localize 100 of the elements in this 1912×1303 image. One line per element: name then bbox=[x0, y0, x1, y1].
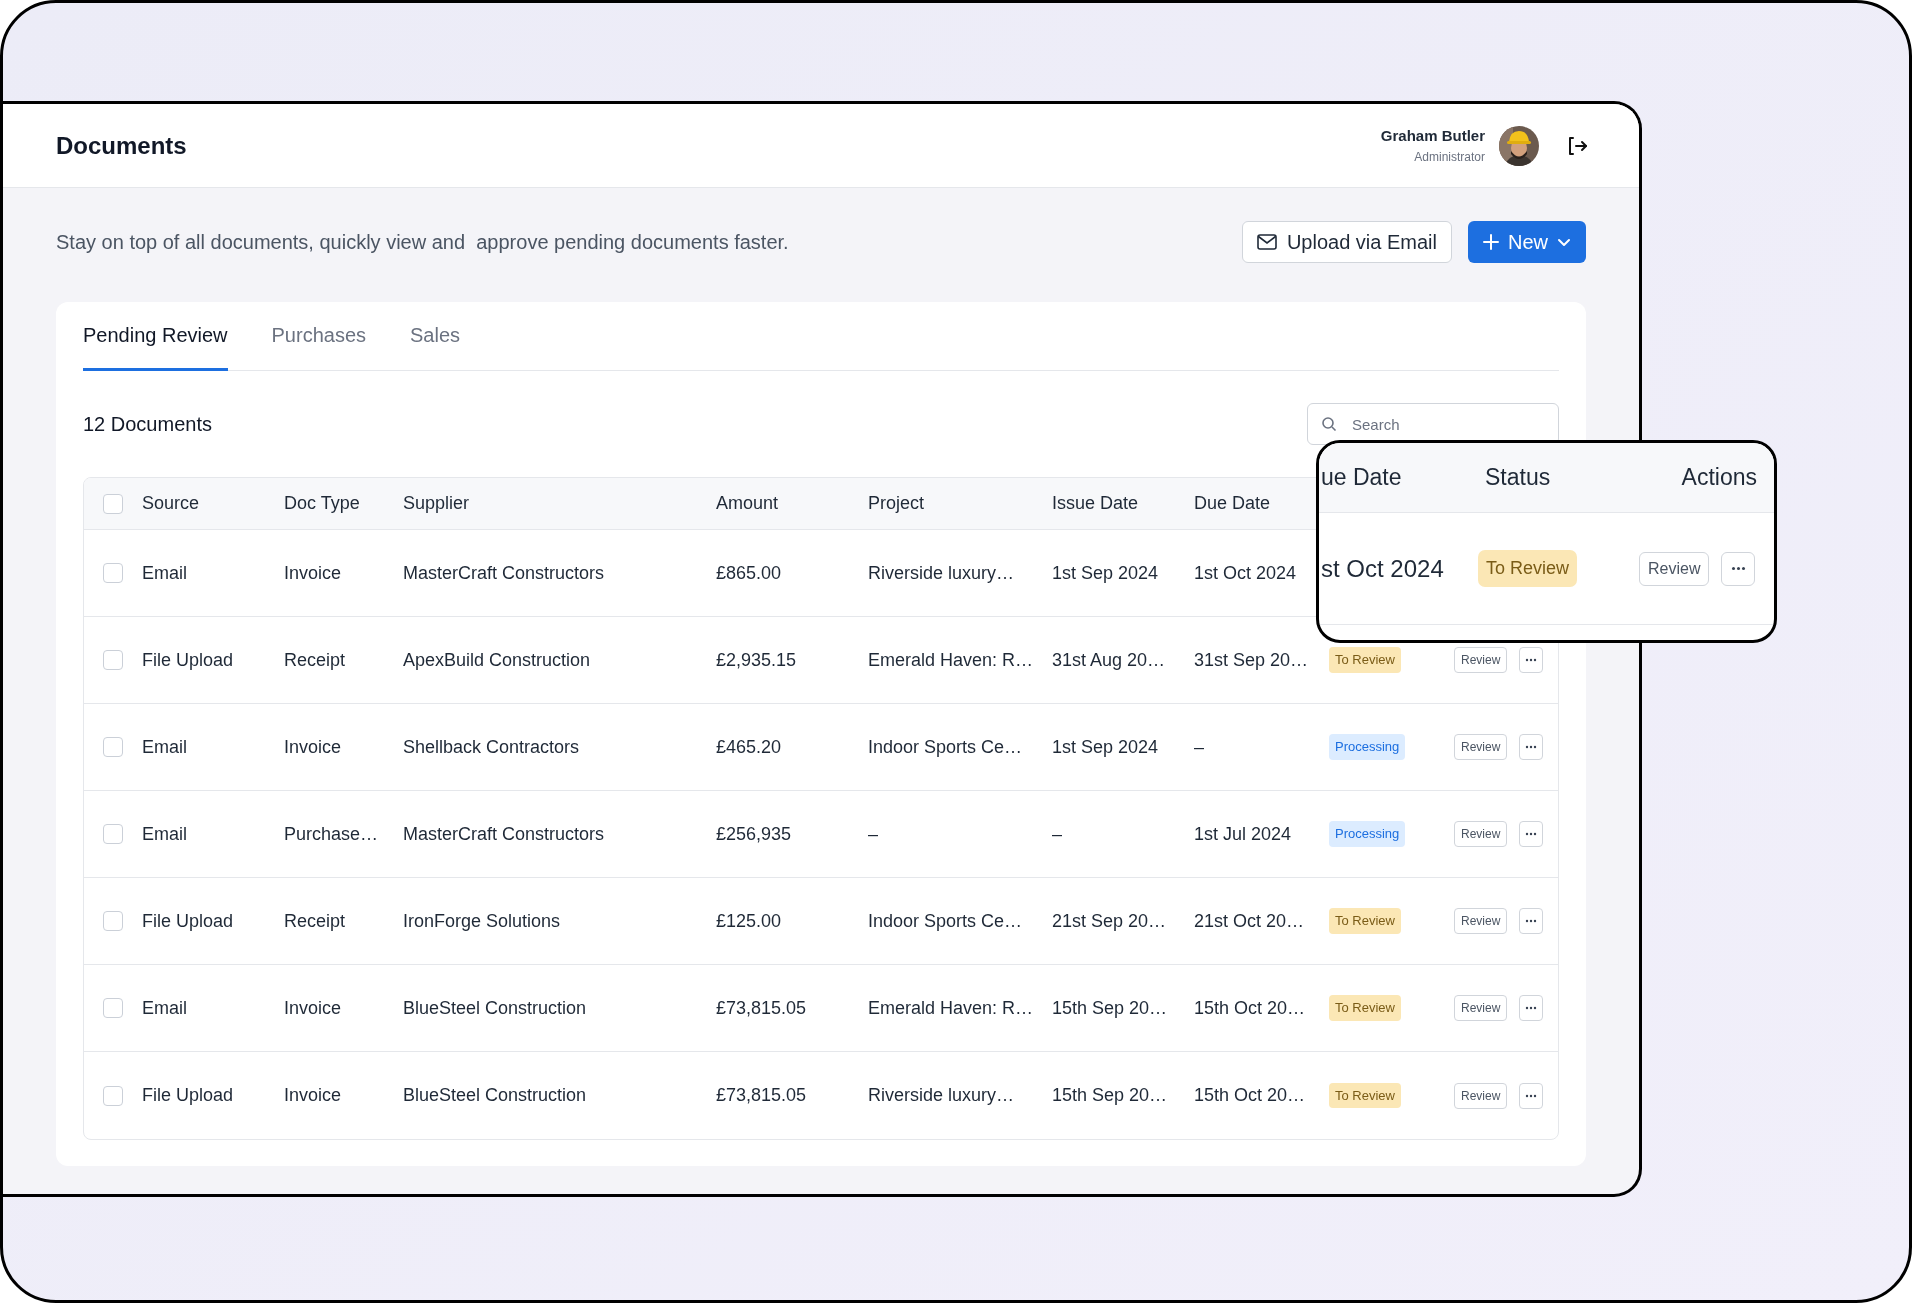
status-badge: Processing bbox=[1329, 821, 1406, 847]
table-cell: 31st Aug 20… bbox=[1052, 649, 1166, 670]
table-cell: Shellback Contractors bbox=[403, 736, 580, 757]
table-cell: 15th Sep 20… bbox=[1052, 997, 1168, 1018]
new-button[interactable]: New bbox=[1468, 221, 1586, 263]
more-icon bbox=[1525, 745, 1538, 749]
table-cell: £865.00 bbox=[716, 562, 782, 583]
table-cell: Receipt bbox=[284, 649, 346, 670]
tab[interactable]: Pending Review bbox=[83, 302, 228, 371]
table-cell: 1st Sep 2024 bbox=[1052, 736, 1159, 757]
checkbox[interactable] bbox=[103, 911, 123, 931]
table-cell: – bbox=[1194, 736, 1204, 757]
table-cell: 1st Jul 2024 bbox=[1194, 823, 1292, 844]
table-cell: 15th Oct 20… bbox=[1194, 1085, 1306, 1105]
checkbox[interactable] bbox=[103, 998, 123, 1018]
table-cell: Email bbox=[142, 736, 187, 757]
column-header: Project bbox=[868, 493, 925, 513]
status-badge: To Review bbox=[1329, 908, 1401, 934]
table-cell: Email bbox=[142, 562, 187, 583]
table-cell: 15th Sep 20… bbox=[1052, 1085, 1168, 1105]
table-cell: Emerald Haven: R… bbox=[868, 997, 1034, 1018]
checkbox[interactable] bbox=[103, 1085, 123, 1106]
more-icon bbox=[1525, 658, 1538, 662]
review-button[interactable]: Review bbox=[1454, 995, 1508, 1021]
status-badge: Processing bbox=[1329, 734, 1406, 760]
table-cell: £73,815.05 bbox=[716, 1085, 807, 1105]
more-button[interactable] bbox=[1519, 734, 1544, 760]
more-button[interactable] bbox=[1519, 821, 1544, 847]
more-button[interactable] bbox=[1519, 995, 1544, 1021]
page-title: Documents bbox=[56, 130, 187, 161]
user-name: Graham Butler bbox=[1380, 126, 1485, 147]
table-cell: £2,935.15 bbox=[716, 649, 797, 670]
table-cell: Invoice bbox=[284, 562, 342, 583]
review-button[interactable]: Review bbox=[1454, 821, 1508, 847]
table-cell: Receipt bbox=[284, 910, 346, 931]
table-cell: File Upload bbox=[142, 649, 234, 670]
column-header: Source bbox=[142, 493, 200, 513]
review-button[interactable]: Review bbox=[1639, 551, 1710, 586]
table-cell: £256,935 bbox=[716, 823, 792, 844]
status-badge: To Review bbox=[1329, 995, 1401, 1021]
table-cell: ApexBuild Construction bbox=[403, 649, 591, 670]
table-cell: IronForge Solutions bbox=[403, 910, 561, 931]
more-button[interactable] bbox=[1519, 1082, 1544, 1109]
table-cell: 21st Oct 20… bbox=[1194, 910, 1305, 931]
checkbox[interactable] bbox=[103, 650, 123, 670]
column-header: ue Date bbox=[1321, 463, 1402, 493]
upload-email-button[interactable]: Upload via Email bbox=[1241, 221, 1452, 263]
more-icon bbox=[1730, 566, 1746, 571]
table-cell: MasterCraft Constructors bbox=[403, 823, 605, 844]
table-cell: Invoice bbox=[284, 1085, 342, 1105]
table-cell: Invoice bbox=[284, 997, 342, 1018]
table-cell-text: st Oct 2024 bbox=[1321, 553, 1444, 584]
column-header: Supplier bbox=[403, 493, 470, 513]
more-icon bbox=[1525, 1006, 1538, 1010]
review-button[interactable]: Review bbox=[1454, 908, 1508, 934]
intro-text: Stay on top of all documents, quickly view and approve pending documents faster. bbox=[56, 230, 789, 255]
status-badge: To Review bbox=[1329, 1082, 1401, 1109]
column-header: Actions bbox=[1681, 463, 1757, 493]
column-header: Due Date bbox=[1194, 493, 1271, 513]
table-cell: – bbox=[1052, 823, 1062, 844]
table-cell: File Upload bbox=[142, 910, 234, 931]
tab[interactable]: Sales bbox=[410, 302, 461, 371]
table-cell: 15th Oct 20… bbox=[1194, 997, 1306, 1018]
column-header: Issue Date bbox=[1052, 493, 1139, 513]
checkbox[interactable] bbox=[103, 824, 123, 844]
table-cell: 1st Oct 2024 bbox=[1194, 562, 1297, 583]
table-cell: File Upload bbox=[142, 1085, 234, 1105]
checkbox[interactable] bbox=[103, 737, 123, 757]
checkbox[interactable] bbox=[103, 563, 123, 583]
table-cell: £465.20 bbox=[716, 736, 782, 757]
table-cell: Indoor Sports Ce… bbox=[868, 736, 1023, 757]
mail-icon bbox=[1256, 234, 1277, 250]
table-cell: Invoice bbox=[284, 736, 342, 757]
more-icon bbox=[1525, 832, 1538, 836]
more-button[interactable] bbox=[1519, 647, 1544, 673]
table-cell: Purchase… bbox=[284, 823, 379, 844]
table-cell: Email bbox=[142, 997, 187, 1018]
table-cell: 1st Sep 2024 bbox=[1052, 562, 1159, 583]
checkbox[interactable] bbox=[103, 493, 123, 514]
document-count: 12 Documents bbox=[83, 412, 212, 437]
table-cell: Riverside luxury… bbox=[868, 1085, 1015, 1105]
table-cell: MasterCraft Constructors bbox=[403, 562, 605, 583]
more-button[interactable] bbox=[1519, 908, 1544, 934]
review-button[interactable]: Review bbox=[1454, 647, 1508, 673]
table-cell: Emerald Haven: R… bbox=[868, 649, 1034, 670]
review-button[interactable]: Review bbox=[1454, 734, 1508, 760]
table-cell: BlueSteel Construction bbox=[403, 997, 587, 1018]
table-cell: £73,815.05 bbox=[716, 997, 807, 1018]
table-cell: Indoor Sports Ce… bbox=[868, 910, 1023, 931]
table-cell: £125.00 bbox=[716, 910, 782, 931]
plus-icon bbox=[1482, 233, 1500, 251]
tab[interactable]: Purchases bbox=[271, 302, 367, 371]
status-badge: To Review bbox=[1329, 647, 1401, 673]
status-badge: To Review bbox=[1478, 550, 1578, 587]
review-button[interactable]: Review bbox=[1454, 1082, 1508, 1109]
more-button[interactable] bbox=[1721, 551, 1755, 586]
more-icon bbox=[1525, 919, 1538, 923]
table-cell: 31st Sep 20… bbox=[1194, 649, 1309, 670]
table-cell: 21st Sep 20… bbox=[1052, 910, 1167, 931]
column-header: Amount bbox=[716, 493, 779, 513]
